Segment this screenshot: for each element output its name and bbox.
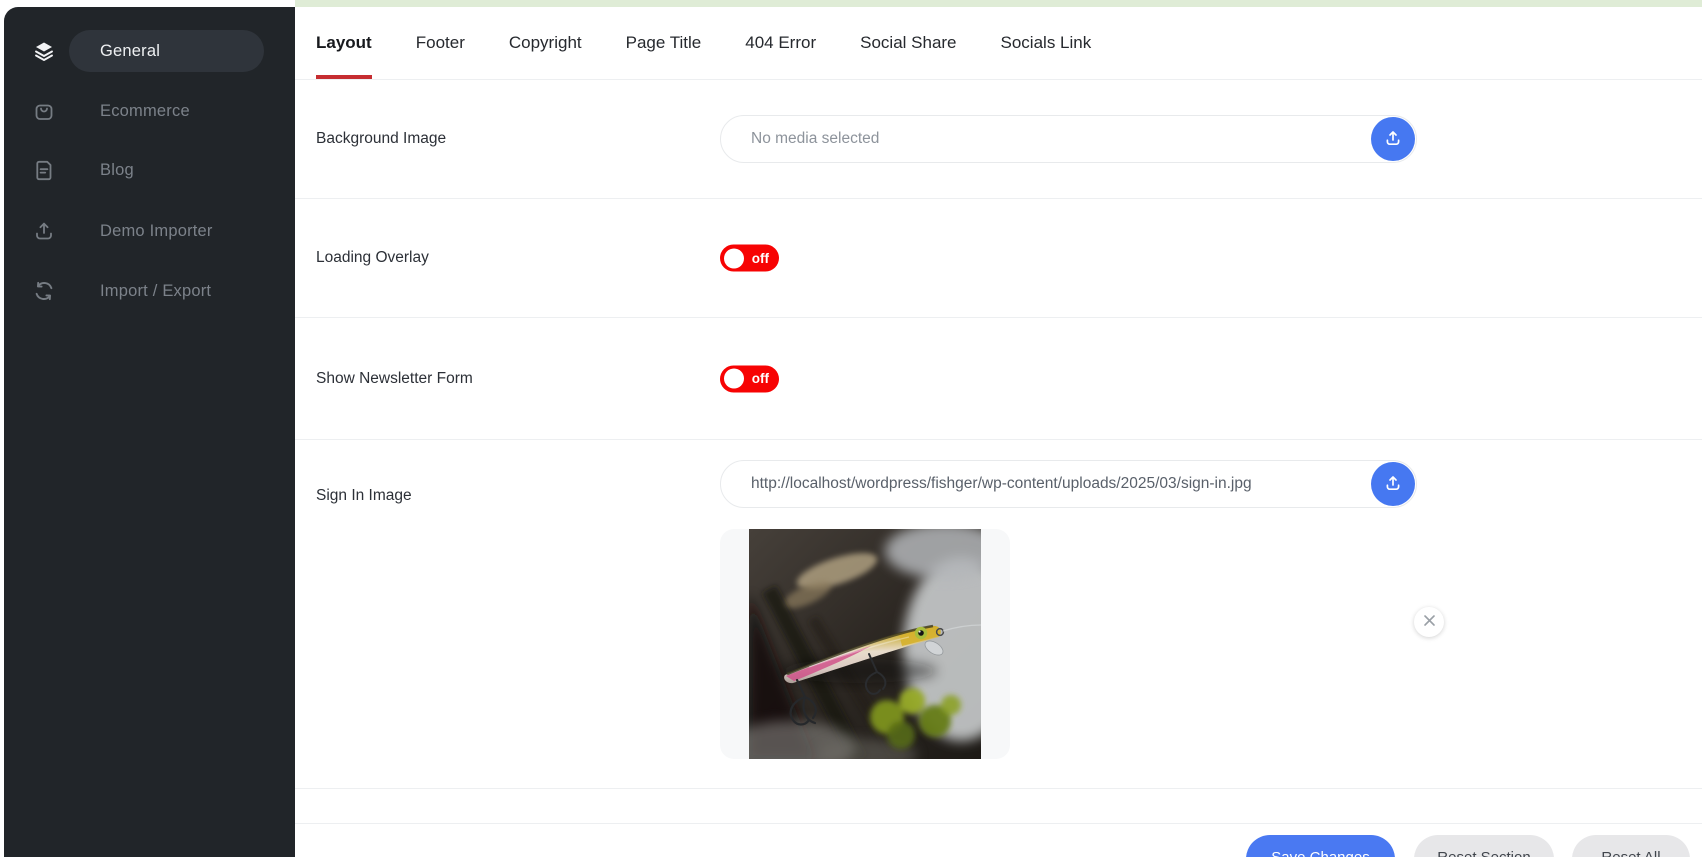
document-icon — [33, 159, 55, 181]
upload-icon — [33, 220, 55, 242]
sidebar-active-pill: General — [69, 30, 264, 72]
toggle-knob — [724, 369, 744, 389]
toggle-knob — [724, 248, 744, 268]
sidebar-item-ecommerce[interactable]: Ecommerce — [4, 81, 295, 141]
sidebar-item-label: Blog — [100, 161, 134, 180]
setting-label: Sign In Image — [316, 487, 412, 505]
settings-panel: Layout Footer Copyright Page Title 404 E… — [295, 7, 1702, 857]
sidebar: General Ecommerce Blog — [4, 7, 295, 857]
background-image-input[interactable] — [720, 115, 1417, 163]
upload-icon — [1384, 474, 1402, 495]
setting-row-loading-overlay: Loading Overlay off — [295, 199, 1702, 318]
sidebar-item-general[interactable]: General — [4, 21, 295, 81]
sync-icon — [33, 280, 55, 302]
sidebar-item-label: Import / Export — [100, 282, 211, 301]
sidebar-item-demo-importer[interactable]: Demo Importer — [4, 201, 295, 261]
reset-section-button[interactable]: Reset Section — [1414, 835, 1554, 857]
tab-404-error[interactable]: 404 Error — [745, 7, 816, 79]
remove-media-button[interactable] — [1414, 607, 1444, 637]
save-changes-button[interactable]: Save Changes — [1246, 835, 1395, 857]
sidebar-item-label: General — [100, 42, 160, 61]
upload-icon — [1384, 129, 1402, 150]
tab-copyright[interactable]: Copyright — [509, 7, 582, 79]
setting-row-sign-in-image: Sign In Image — [295, 440, 1702, 789]
top-strip — [295, 0, 1702, 7]
setting-label: Loading Overlay — [316, 249, 429, 267]
setting-row-show-newsletter-form: Show Newsletter Form off — [295, 318, 1702, 440]
sidebar-item-blog[interactable]: Blog — [4, 140, 295, 200]
toggle-state-label: off — [752, 251, 769, 266]
upload-media-button[interactable] — [1371, 462, 1415, 506]
shopping-bag-icon — [33, 100, 55, 122]
tab-page-title[interactable]: Page Title — [626, 7, 702, 79]
setting-label: Show Newsletter Form — [316, 370, 473, 388]
tab-socials-link[interactable]: Socials Link — [1001, 7, 1092, 79]
setting-label: Background Image — [316, 130, 446, 148]
tab-bar: Layout Footer Copyright Page Title 404 E… — [295, 7, 1702, 80]
media-input-wrapper — [720, 460, 1417, 508]
show-newsletter-form-toggle[interactable]: off — [720, 365, 779, 392]
sign-in-image-preview — [749, 529, 981, 759]
actions-footer: Save Changes Reset Section Reset All — [295, 823, 1702, 857]
sidebar-item-label: Demo Importer — [100, 222, 213, 241]
sign-in-image-url-input[interactable] — [720, 460, 1417, 508]
tab-footer[interactable]: Footer — [416, 7, 465, 79]
setting-row-background-image: Background Image — [295, 80, 1702, 199]
tab-social-share[interactable]: Social Share — [860, 7, 956, 79]
close-icon — [1423, 614, 1436, 630]
loading-overlay-toggle[interactable]: off — [720, 245, 779, 272]
tab-layout[interactable]: Layout — [316, 7, 372, 79]
layers-icon — [33, 40, 55, 62]
toggle-state-label: off — [752, 371, 769, 386]
sidebar-item-label: Ecommerce — [100, 102, 190, 121]
upload-media-button[interactable] — [1371, 117, 1415, 161]
media-input-wrapper — [720, 115, 1417, 163]
theme-options-page: General Ecommerce Blog — [0, 0, 1702, 857]
reset-all-button[interactable]: Reset All — [1572, 835, 1690, 857]
media-preview-card — [720, 529, 1010, 759]
sidebar-item-import-export[interactable]: Import / Export — [4, 261, 295, 321]
